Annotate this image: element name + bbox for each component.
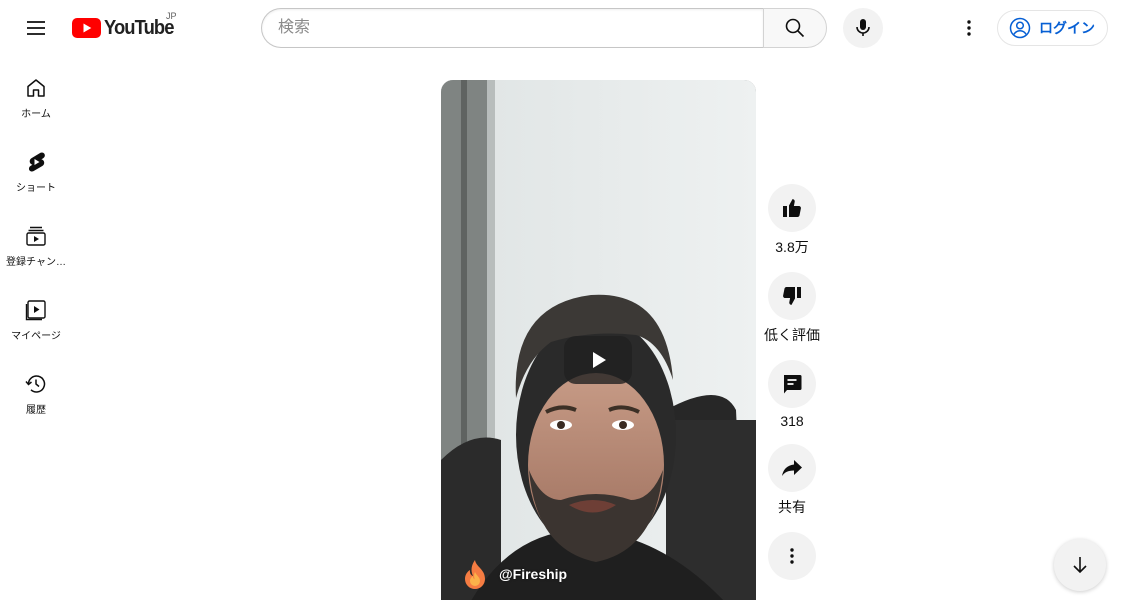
sidebar-item-label: マイページ <box>11 331 61 342</box>
sidebar-item-label: 登録チャン… <box>6 257 66 268</box>
guide-menu-button[interactable] <box>16 8 56 48</box>
login-label: ログイン <box>1039 20 1095 36</box>
comment-count: 318 <box>780 413 804 429</box>
home-icon <box>27 79 45 97</box>
history-icon <box>25 375 46 393</box>
search-button[interactable] <box>763 8 827 48</box>
more-action <box>764 532 820 580</box>
sidebar-item-library[interactable]: マイページ <box>0 278 72 352</box>
thumb-up-icon <box>783 199 801 217</box>
voice-search-button[interactable] <box>843 8 883 48</box>
sidebar-item-label: ショート <box>16 183 56 194</box>
sidebar-item-label: ホーム <box>21 109 51 120</box>
share-label: 共有 <box>778 499 806 515</box>
login-button[interactable]: ログイン <box>997 10 1108 46</box>
more-actions-button[interactable] <box>768 532 816 580</box>
channel-info[interactable]: @Fireship <box>461 558 567 590</box>
channel-avatar-flame-icon <box>465 560 485 589</box>
shorts-icon <box>28 152 45 172</box>
search-box <box>261 8 827 48</box>
share-button[interactable] <box>768 444 816 492</box>
comment-icon <box>784 375 802 394</box>
microphone-icon <box>856 19 870 36</box>
youtube-logo[interactable]: YouTube JP <box>72 11 180 42</box>
share-icon <box>782 460 802 476</box>
next-video-button[interactable] <box>1054 539 1106 591</box>
settings-menu-button[interactable] <box>949 8 989 48</box>
mini-guide: ホーム ショート 登録チャン… マイページ 履歴 <box>0 56 72 426</box>
logo-text: YouTube <box>104 16 174 39</box>
like-button[interactable] <box>768 184 816 232</box>
youtube-logo-icon <box>72 18 101 38</box>
comments-button[interactable] <box>768 360 816 408</box>
arrow-down-icon <box>1073 557 1087 574</box>
more-vertical-icon <box>967 20 971 36</box>
dislike-label: 低く評価 <box>764 327 820 343</box>
sidebar-item-home[interactable]: ホーム <box>0 56 72 130</box>
like-count: 3.8万 <box>775 239 809 255</box>
sidebar-item-label: 履歴 <box>26 405 46 416</box>
account-circle-icon <box>1009 17 1031 39</box>
dislike-action: 低く評価 <box>764 272 820 345</box>
share-action: 共有 <box>764 444 820 517</box>
hamburger-icon <box>27 21 45 35</box>
sidebar-item-shorts[interactable]: ショート <box>0 130 72 204</box>
channel-handle: @Fireship <box>499 566 568 582</box>
subscriptions-icon <box>26 226 46 246</box>
masthead: YouTube JP ログイン <box>0 0 1124 56</box>
thumb-down-icon <box>783 287 801 305</box>
play-icon <box>593 352 606 368</box>
sidebar-item-history[interactable]: 履歴 <box>0 352 72 426</box>
logo-country-code: JP <box>166 11 177 21</box>
shorts-action-bar: 3.8万 低く評価 318 共有 <box>764 184 820 595</box>
search-icon <box>785 18 805 38</box>
dislike-button[interactable] <box>768 272 816 320</box>
play-button[interactable] <box>564 336 632 384</box>
sidebar-item-subscriptions[interactable]: 登録チャン… <box>0 204 72 278</box>
search-input[interactable] <box>261 8 763 48</box>
library-icon <box>25 300 46 321</box>
like-action: 3.8万 <box>764 184 820 257</box>
comments-action: 318 <box>764 360 820 429</box>
shorts-video-player[interactable]: @Fireship <box>441 80 756 600</box>
more-vertical-icon <box>790 548 794 564</box>
